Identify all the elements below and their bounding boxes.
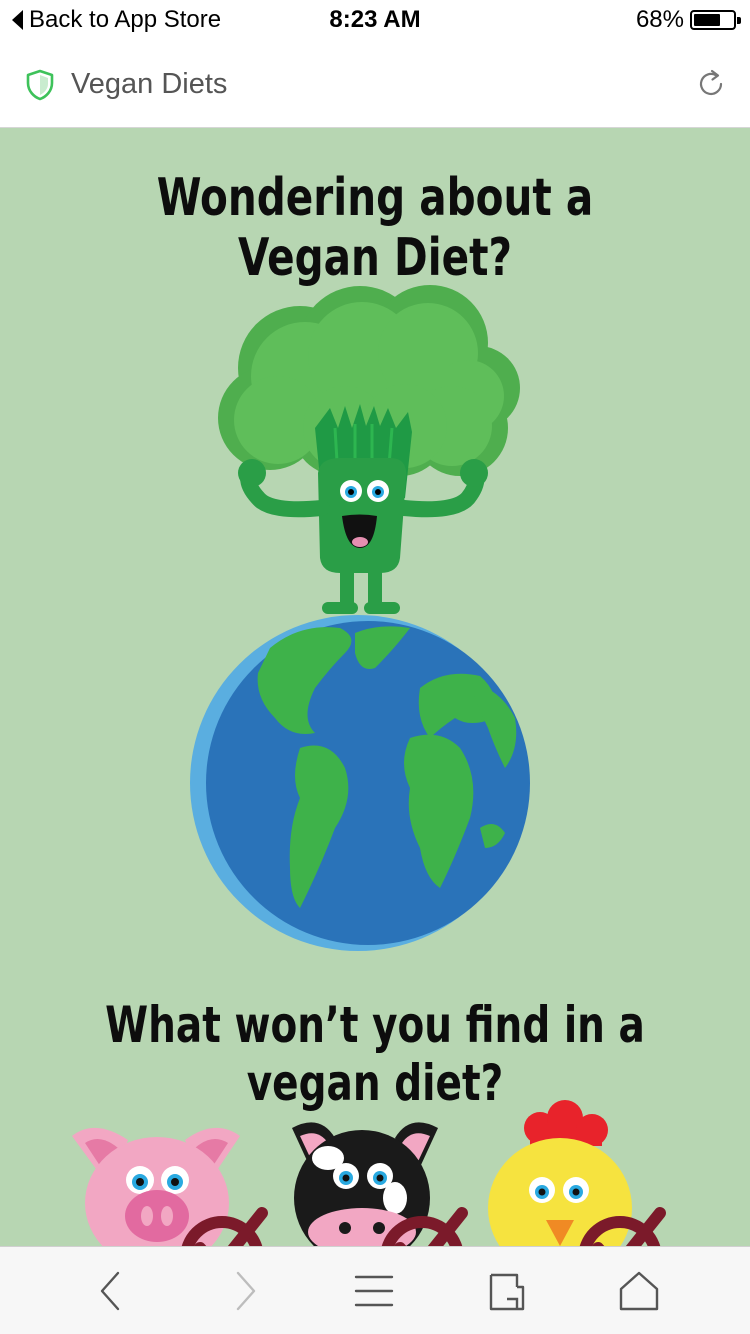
status-bar: Back to App Store 8:23 AM 68% [0,0,750,40]
headline-wondering: Wondering about a Vegan Diet? [156,168,594,288]
headline-what-wont: What won’t you find in a vegan diet? [105,996,645,1112]
page-title: Vegan Diets [71,68,228,100]
battery-fill [694,14,720,26]
nav-header: Vegan Diets [0,40,750,128]
forward-icon[interactable] [220,1267,268,1315]
battery-nub [737,17,741,24]
back-to-app-store-link[interactable]: Back to App Store [12,6,221,34]
back-triangle-icon [12,10,23,30]
tabs-icon[interactable] [483,1267,531,1315]
earth-globe [190,615,530,951]
back-to-app-store-label: Back to App Store [29,6,222,33]
back-icon[interactable] [88,1267,136,1315]
bottom-toolbar [0,1246,750,1334]
battery-percent: 68% [635,6,684,33]
reload-icon[interactable] [694,67,728,101]
home-icon[interactable] [615,1267,663,1315]
shield-icon [26,69,54,101]
content-area[interactable]: Wondering about a Vegan Diet? What won’t… [0,128,750,1246]
broccoli-character [218,285,520,614]
battery-icon [690,10,741,30]
menu-icon[interactable] [350,1267,398,1315]
